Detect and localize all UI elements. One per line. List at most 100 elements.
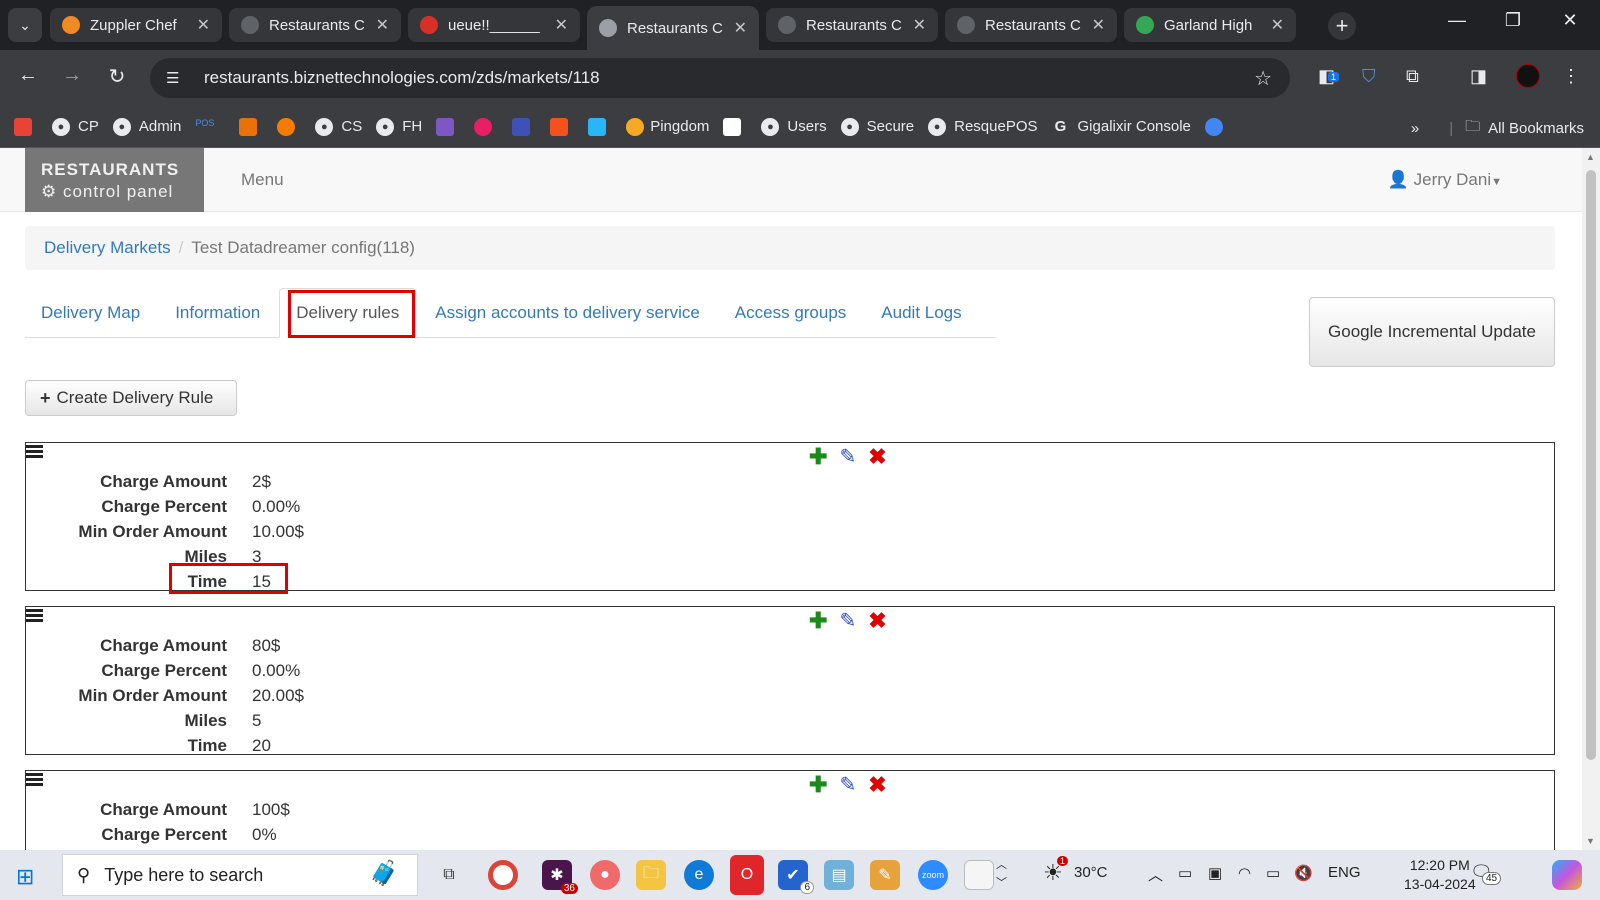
avatar[interactable] xyxy=(1516,64,1540,88)
bookmark-pingdom[interactable]: Pingdom xyxy=(626,117,709,136)
close-window-icon[interactable]: ✕ xyxy=(1555,10,1585,31)
close-tab-icon[interactable]: ✕ xyxy=(376,15,389,35)
tab-information[interactable]: Information xyxy=(159,288,276,337)
scrollbar-thumb[interactable] xyxy=(1586,170,1596,760)
create-delivery-rule-button[interactable]: + Create Delivery Rule xyxy=(25,380,237,416)
close-tab-icon[interactable]: ✕ xyxy=(197,15,210,35)
puzzle-icon[interactable]: ⧉ xyxy=(1406,66,1419,87)
bookmark-app-2[interactable] xyxy=(277,117,301,136)
site-info-icon[interactable]: ☰ xyxy=(166,69,186,87)
close-tab-icon[interactable]: ✕ xyxy=(1271,15,1284,35)
notepad-icon[interactable]: ▤ xyxy=(824,860,854,890)
bookmark-cp[interactable]: ● CP xyxy=(52,117,99,136)
edge-icon[interactable]: e xyxy=(684,860,714,890)
zoom-icon[interactable]: zoom xyxy=(918,860,948,890)
tab-search-icon[interactable]: ⌄ xyxy=(8,8,42,42)
address-bar[interactable]: ☰ restaurants.biznettechnologies.com/zds… xyxy=(150,58,1290,98)
tab-delivery-map[interactable]: Delivery Map xyxy=(25,288,156,337)
close-tab-icon[interactable]: ✕ xyxy=(555,15,568,35)
taskbar-search[interactable]: ⚲ Type here to search 🧳 xyxy=(62,854,418,896)
google-incremental-update-button[interactable]: Google Incremental Update xyxy=(1309,297,1555,367)
drag-handle-icon[interactable] xyxy=(26,445,44,460)
forward-icon[interactable]: → xyxy=(58,64,86,87)
menu-link[interactable]: Menu xyxy=(241,170,284,190)
tab-audit-logs[interactable]: Audit Logs xyxy=(865,288,977,337)
add-icon[interactable]: ✚ xyxy=(809,608,827,634)
bookmark-secure[interactable]: ● Secure xyxy=(840,117,914,136)
bookmark-gmail[interactable] xyxy=(14,117,38,136)
blank-app-icon[interactable] xyxy=(964,860,994,890)
language-indicator[interactable]: ENG xyxy=(1328,864,1361,881)
all-bookmarks-link[interactable]: All Bookmarks xyxy=(1488,120,1584,137)
drag-handle-icon[interactable] xyxy=(26,609,44,624)
delete-icon[interactable]: ✖ xyxy=(868,608,886,634)
bookmark-app-9[interactable] xyxy=(1204,117,1229,136)
weather-icon[interactable]: ☀ 1 xyxy=(1043,856,1069,886)
wifi-icon[interactable]: ◠ xyxy=(1238,864,1251,882)
bookmark-app-4[interactable] xyxy=(474,117,498,136)
file-explorer-icon[interactable]: 🗀 xyxy=(636,860,666,890)
todo-icon[interactable]: ✔ 6 xyxy=(778,860,814,894)
extension-icon[interactable]: ◧ 1 xyxy=(1318,66,1340,87)
bookmark-pos[interactable]: POS xyxy=(195,117,225,136)
bookmark-app-3[interactable] xyxy=(436,117,460,136)
more-bookmarks-icon[interactable]: » xyxy=(1411,120,1419,137)
bookmark-admin[interactable]: ● Admin xyxy=(112,117,181,136)
bookmark-users[interactable]: ● Users xyxy=(761,117,827,136)
browser-tab-7[interactable]: Garland High ✕ xyxy=(1124,8,1296,42)
reload-icon[interactable]: ↻ xyxy=(103,64,131,89)
task-view-icon[interactable]: ⧉ xyxy=(434,860,464,890)
brand-logo[interactable]: RESTAURANTS ⚙ control panel xyxy=(25,148,204,212)
bookmark-cs[interactable]: ● CS xyxy=(315,117,362,136)
shield-icon[interactable]: ⛉ xyxy=(1362,66,1376,87)
edit-icon[interactable]: ✎ xyxy=(839,608,856,634)
taskbar-clock[interactable]: 12:20 PM 13-04-2024 xyxy=(1404,856,1476,894)
bookmark-fh[interactable]: ● FH xyxy=(376,117,422,136)
browser-tab-6[interactable]: Restaurants C ✕ xyxy=(945,8,1117,42)
windows-start-icon[interactable]: ⊞ xyxy=(16,864,34,890)
browser-tab-5[interactable]: Restaurants C ✕ xyxy=(766,8,938,42)
bookmark-app-7[interactable] xyxy=(588,117,612,136)
tab-assign-accounts[interactable]: Assign accounts to delivery service xyxy=(419,288,716,337)
show-hidden-icons[interactable]: ︿ xyxy=(1148,864,1163,885)
bookmark-app-6[interactable] xyxy=(550,117,574,136)
sidepanel-icon[interactable]: ◨ xyxy=(1470,66,1487,87)
kebab-menu-icon[interactable]: ⋮ xyxy=(1562,66,1580,87)
device-icon[interactable]: ▣ xyxy=(1208,864,1222,882)
add-icon[interactable]: ✚ xyxy=(809,772,827,798)
tab-access-groups[interactable]: Access groups xyxy=(719,288,863,337)
drag-handle-icon[interactable] xyxy=(26,773,44,788)
taskbar-scroll-icon[interactable]: ︿ ﹀ xyxy=(996,856,1007,892)
breadcrumb-link[interactable]: Delivery Markets xyxy=(44,238,171,258)
browser-tab-4-active[interactable]: Restaurants C ✕ xyxy=(587,6,759,50)
notification-icon[interactable]: 🗨 45 xyxy=(1470,862,1502,885)
browser-tab-1[interactable]: Zuppler Chef ✕ xyxy=(50,8,222,42)
battery-icon[interactable]: ▭ xyxy=(1266,864,1280,882)
edit-icon[interactable]: ✎ xyxy=(839,772,856,798)
meet-icon[interactable]: ▭ xyxy=(1178,864,1192,882)
bookmark-resquepos[interactable]: ● ResquePOS xyxy=(928,117,1038,136)
delete-icon[interactable]: ✖ xyxy=(868,772,886,798)
chrome-icon[interactable] xyxy=(488,860,518,890)
opera-taskbar-icon[interactable]: O xyxy=(730,855,764,895)
restore-icon[interactable]: ❐ xyxy=(1498,10,1528,31)
user-dropdown[interactable]: 👤 Jerry Dani▼ xyxy=(1388,170,1502,190)
close-tab-icon[interactable]: ✕ xyxy=(734,18,747,38)
close-tab-icon[interactable]: ✕ xyxy=(913,15,926,35)
bookmark-app-1[interactable] xyxy=(239,117,263,136)
back-icon[interactable]: ← xyxy=(14,64,42,87)
delete-icon[interactable]: ✖ xyxy=(868,444,886,470)
browser-tab-2[interactable]: Restaurants C ✕ xyxy=(229,8,401,42)
minimize-icon[interactable]: — xyxy=(1442,10,1472,31)
volume-muted-icon[interactable]: 🔇 xyxy=(1294,864,1313,882)
paint-icon[interactable]: ✎ xyxy=(870,860,900,890)
add-icon[interactable]: ✚ xyxy=(809,444,827,470)
scroll-up-icon[interactable]: ▲ xyxy=(1586,152,1595,162)
close-tab-icon[interactable]: ✕ xyxy=(1092,15,1105,35)
slack-icon[interactable]: ✱ 36 xyxy=(542,860,578,894)
bookmark-app-8[interactable] xyxy=(723,117,747,136)
bookmark-gigalixir[interactable]: G Gigalixir Console xyxy=(1052,118,1191,136)
scroll-down-icon[interactable]: ▼ xyxy=(1586,836,1595,846)
browser-tab-3[interactable]: ueue!!______ ✕ xyxy=(408,8,580,42)
copilot-icon[interactable] xyxy=(1552,860,1582,890)
